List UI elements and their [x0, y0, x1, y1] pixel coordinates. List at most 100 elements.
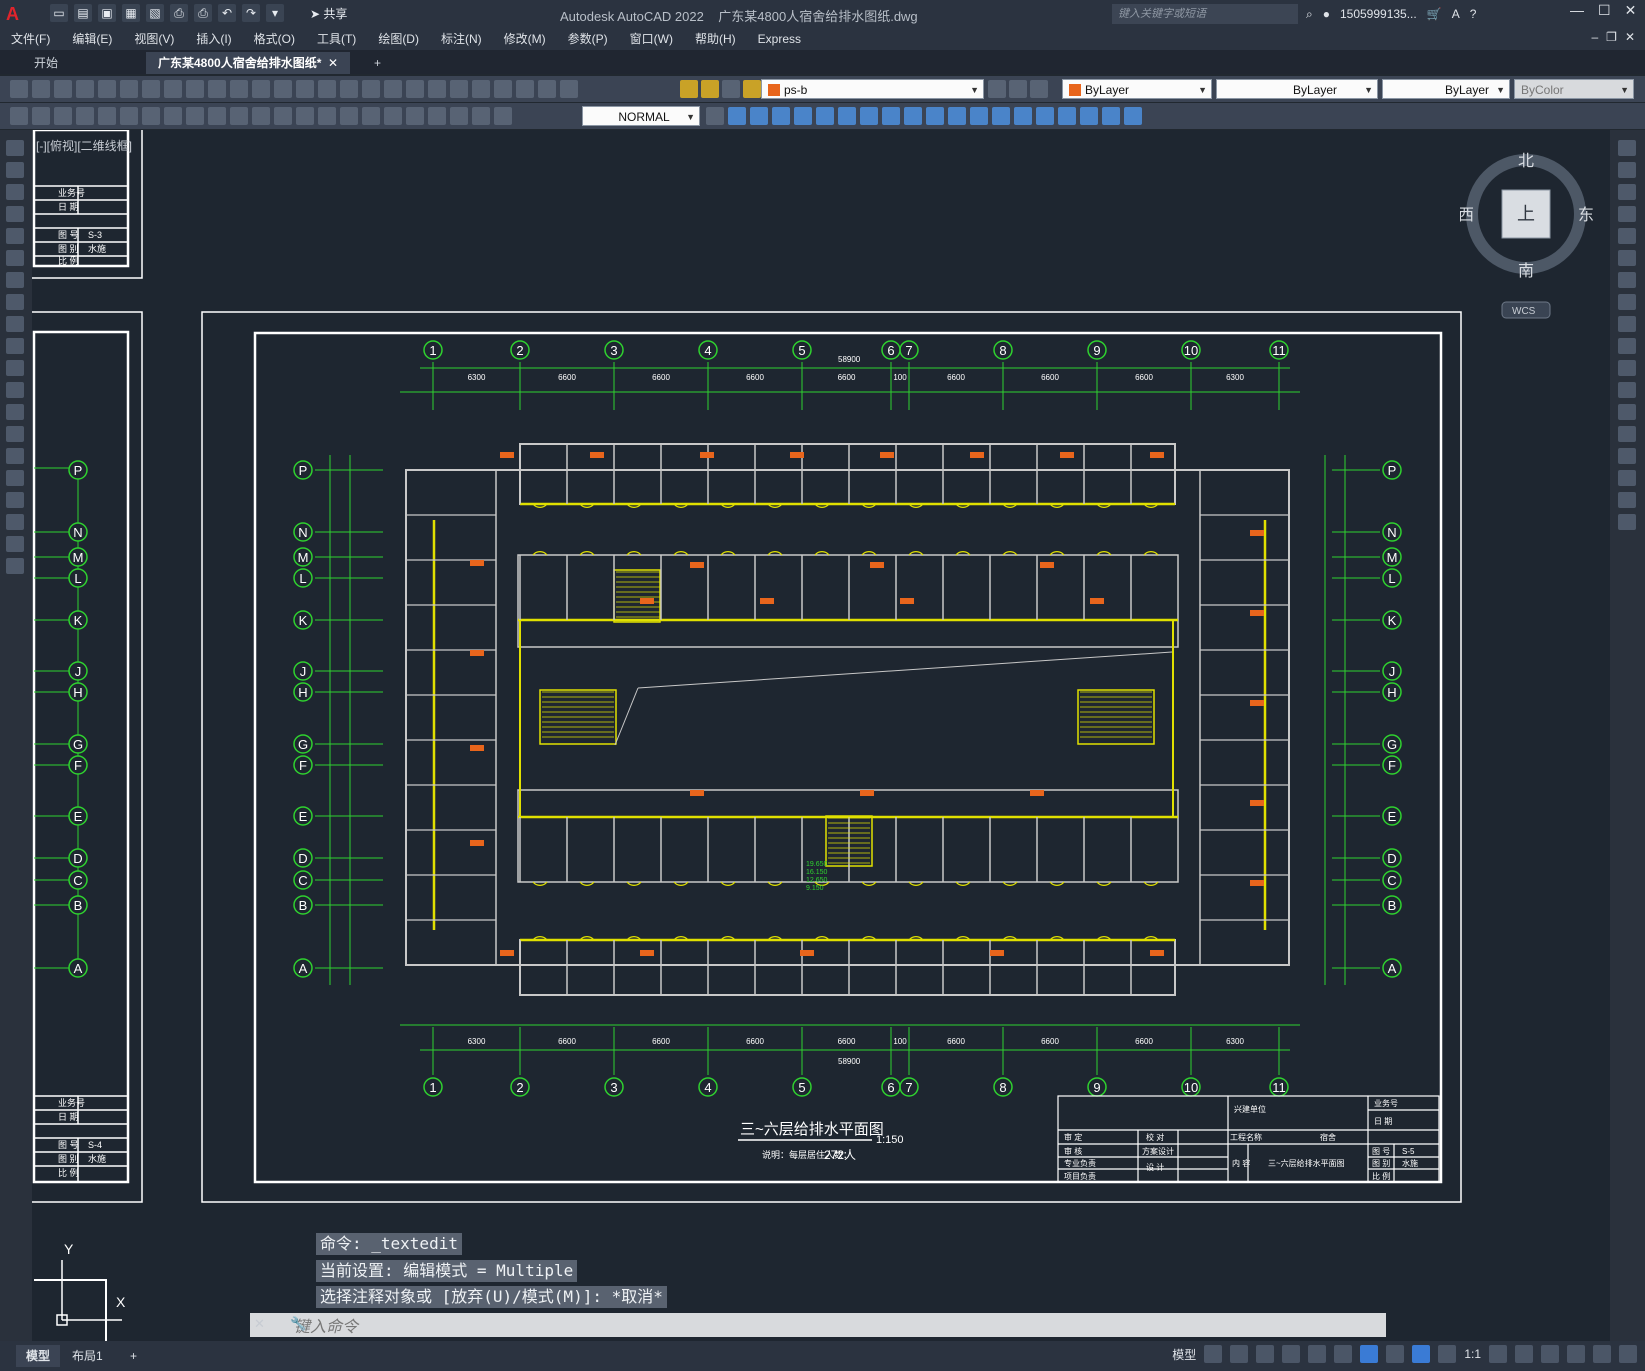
clean-screen-icon[interactable] — [1593, 1345, 1611, 1363]
share-button[interactable]: ➤ 共享 — [310, 4, 347, 24]
arc-icon[interactable] — [6, 250, 24, 266]
layer-match-icon[interactable] — [1030, 80, 1048, 98]
tool-icon[interactable] — [1036, 107, 1054, 125]
polygon-icon[interactable] — [6, 206, 24, 222]
a360-icon[interactable]: A — [1452, 7, 1460, 21]
menu-view[interactable]: 视图(V) — [123, 28, 185, 50]
fillet-icon[interactable] — [1618, 470, 1636, 486]
tab-close-icon[interactable]: ✕ — [328, 56, 338, 70]
save-tool-icon[interactable] — [54, 80, 72, 98]
snap-icon[interactable] — [1230, 1345, 1249, 1363]
menu-parametric[interactable]: 参数(P) — [557, 28, 619, 50]
tool-icon[interactable] — [750, 107, 768, 125]
angular-icon[interactable] — [230, 107, 248, 125]
layer-dropdown[interactable]: ps-b ▼ — [761, 79, 984, 99]
quick-dim-icon[interactable] — [252, 107, 270, 125]
jogged-linear-icon[interactable] — [428, 107, 446, 125]
add-selected-icon[interactable] — [6, 558, 24, 574]
hatch-icon[interactable] — [6, 448, 24, 464]
workspace-gear-icon[interactable] — [1489, 1345, 1507, 1363]
radius-icon[interactable] — [164, 107, 182, 125]
search-input[interactable]: 键入关键字或短语 — [1112, 4, 1298, 24]
trim-icon[interactable] — [1618, 338, 1636, 354]
array-icon[interactable] — [1618, 228, 1636, 244]
search-icon[interactable]: ⌕ — [1306, 7, 1313, 22]
ordinate-icon[interactable] — [142, 107, 160, 125]
viewcube[interactable]: 上 北 南 东 西 WCS — [1458, 150, 1600, 320]
properties-icon[interactable] — [406, 80, 424, 98]
layer-on-icon[interactable] — [680, 80, 698, 98]
tool-icon[interactable] — [1124, 107, 1142, 125]
viewcube-east[interactable]: 东 — [1578, 206, 1594, 224]
3d-print-icon[interactable] — [142, 80, 160, 98]
join-icon[interactable] — [1618, 426, 1636, 442]
markup-icon[interactable] — [494, 80, 512, 98]
menu-tools[interactable]: 工具(T) — [306, 28, 367, 50]
gradient-icon[interactable] — [6, 470, 24, 486]
tool-icon[interactable] — [794, 107, 812, 125]
user-icon[interactable]: ● — [1323, 7, 1330, 21]
tool-icon[interactable] — [948, 107, 966, 125]
auto-scale-icon[interactable] — [1438, 1345, 1457, 1363]
annotation-scale[interactable]: 1:1 — [1464, 1347, 1481, 1361]
tool-icon[interactable] — [1014, 107, 1032, 125]
calculator-icon[interactable] — [516, 80, 534, 98]
publish-tool-icon[interactable] — [120, 80, 138, 98]
make-current-layer-icon[interactable] — [988, 80, 1006, 98]
sheet-set-icon[interactable] — [472, 80, 490, 98]
match-prop-icon[interactable] — [230, 80, 248, 98]
customize-menu-icon[interactable] — [1619, 1345, 1637, 1363]
dim-text-edit-icon[interactable] — [472, 107, 490, 125]
extend-icon[interactable] — [1618, 360, 1636, 376]
publish-icon[interactable]: ▧ — [146, 4, 164, 22]
tab-start[interactable]: 开始 — [22, 52, 70, 74]
dim-update-icon[interactable] — [494, 107, 512, 125]
break-point-icon[interactable] — [1618, 382, 1636, 398]
tab-document[interactable]: 广东某4800人宿舍给排水图纸* ✕ — [146, 52, 351, 74]
plot-tool-icon[interactable] — [76, 80, 94, 98]
circle-icon[interactable] — [6, 272, 24, 288]
chamfer-icon[interactable] — [1618, 448, 1636, 464]
open-file-icon[interactable]: ▤ — [74, 4, 92, 22]
make-block-icon[interactable] — [6, 404, 24, 420]
viewcube-north[interactable]: 北 — [1518, 152, 1534, 170]
viewcube-south[interactable]: 南 — [1518, 262, 1534, 280]
undo-tool-icon[interactable] — [274, 80, 292, 98]
autocad-logo-icon[interactable]: A — [6, 4, 28, 24]
cart-icon[interactable]: 🛒 — [1427, 7, 1442, 21]
tolerance-icon[interactable] — [362, 107, 380, 125]
dim-break-icon[interactable] — [340, 107, 358, 125]
isolate-objects-icon[interactable] — [1541, 1345, 1559, 1363]
jogged-icon[interactable] — [186, 107, 204, 125]
polyline-icon[interactable] — [6, 184, 24, 200]
offset-icon[interactable] — [1618, 206, 1636, 222]
tool-icon[interactable] — [904, 107, 922, 125]
doc-restore-icon[interactable]: ❐ — [1606, 30, 1617, 44]
tool-icon[interactable] — [1080, 107, 1098, 125]
add-layout-button[interactable]: + — [120, 1345, 147, 1367]
blend-icon[interactable] — [1618, 492, 1636, 508]
color-dropdown[interactable]: ByLayer ▼ — [1062, 79, 1212, 99]
linear-dim-icon[interactable] — [76, 107, 94, 125]
layer-unlock-icon[interactable] — [743, 80, 761, 98]
construction-line-icon[interactable] — [6, 162, 24, 178]
model-space-button[interactable]: 模型 — [1172, 1346, 1196, 1363]
zoom-realtime-icon[interactable] — [340, 80, 358, 98]
lineweight-dropdown[interactable]: ByLayer ▼ — [1382, 79, 1510, 99]
erase-icon[interactable] — [1618, 140, 1636, 156]
copy-object-icon[interactable] — [1618, 162, 1636, 178]
scale-icon[interactable] — [1618, 294, 1636, 310]
rotate-icon[interactable] — [1618, 272, 1636, 288]
tool-icon[interactable] — [772, 107, 790, 125]
tool-icon[interactable] — [10, 107, 28, 125]
pan-icon[interactable] — [318, 80, 336, 98]
help-tool-icon[interactable] — [538, 80, 556, 98]
menu-express[interactable]: Express — [747, 28, 812, 50]
new-file-icon[interactable]: ▭ — [50, 4, 68, 22]
object-snap-icon[interactable] — [1360, 1345, 1379, 1363]
tool-icon[interactable] — [1058, 107, 1076, 125]
plotstyle-dropdown[interactable]: ByColor ▼ — [1514, 79, 1634, 99]
aligned-dim-icon[interactable] — [98, 107, 116, 125]
doc-minimize-icon[interactable]: – — [1591, 30, 1598, 44]
tool-icon[interactable] — [816, 107, 834, 125]
